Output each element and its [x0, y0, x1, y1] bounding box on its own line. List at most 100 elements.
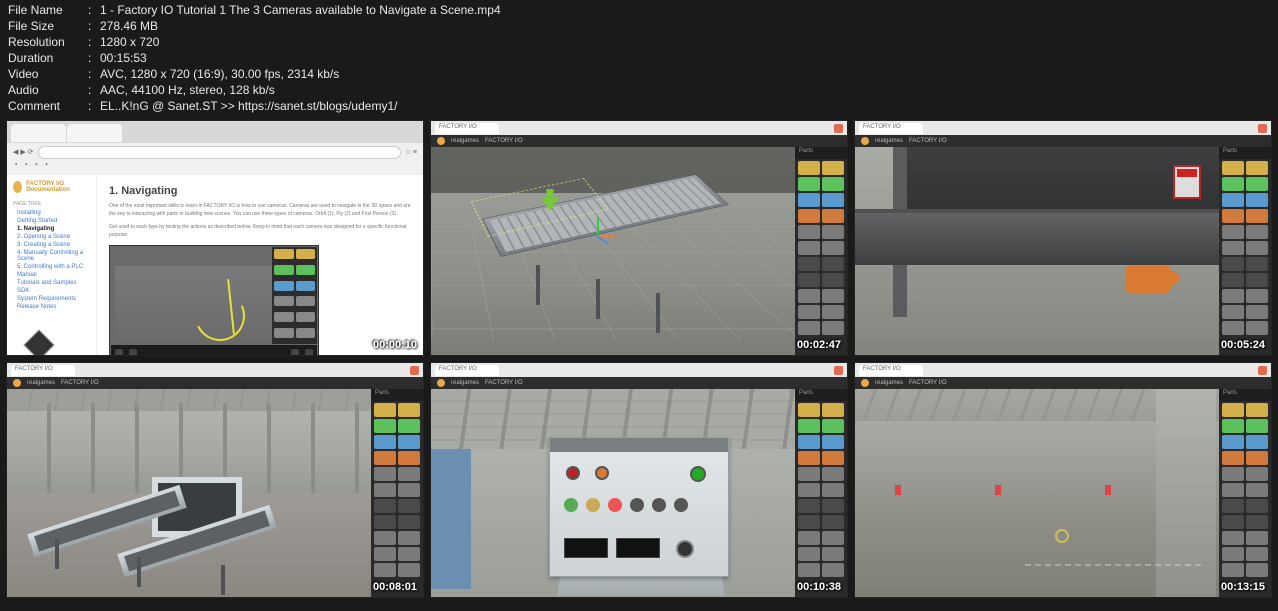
- title-label: FACTORY I/O: [909, 380, 947, 386]
- factoryio-logo-icon: [861, 379, 869, 387]
- metadata-row-audio: Audio : AAC, 44100 Hz, stereo, 128 kb/s: [8, 82, 1270, 98]
- part-chip-icon: [798, 403, 820, 417]
- part-chip-icon: [1222, 499, 1244, 513]
- nav-item-getting-started: Getting Started: [13, 217, 90, 225]
- lamp-off-icon: [630, 498, 644, 512]
- factoryio-window: FACTORY I/O realgames FACTORY I/O Parts: [855, 121, 1271, 355]
- part-chip-icon: [374, 499, 396, 513]
- docs-body: FACTORY I/O Documentation PAGE TREE Inst…: [7, 175, 423, 355]
- part-chip-icon: [1246, 289, 1268, 303]
- part-chip-icon: [398, 451, 420, 465]
- parts-panel: Parts: [795, 147, 847, 355]
- part-chip-icon: [374, 403, 396, 417]
- brand-label: realgames: [27, 380, 55, 386]
- wall-light-icon: [1105, 485, 1111, 495]
- metadata-label: Video: [8, 66, 88, 82]
- browser-urlbar: [38, 146, 401, 159]
- window-tab: FACTORY I/O: [859, 123, 923, 134]
- part-chip-icon: [1222, 451, 1244, 465]
- part-chip-icon: [822, 161, 844, 175]
- metadata-value-resolution: 1280 x 720: [100, 34, 159, 50]
- part-chip-icon: [374, 419, 396, 433]
- part-chip-icon: [274, 281, 294, 291]
- metadata-row-filesize: File Size : 278.46 MB: [8, 18, 1270, 34]
- docs-content: 1. Navigating One of the most important …: [97, 175, 423, 355]
- part-chip-icon: [1222, 515, 1244, 529]
- scene-viewport: Parts: [7, 389, 423, 597]
- metadata-label: Resolution: [8, 34, 88, 50]
- part-chip-icon: [822, 563, 844, 577]
- part-chip-icon: [274, 328, 294, 338]
- part-chip-icon: [798, 515, 820, 529]
- close-icon: [410, 366, 419, 375]
- window-titlebar: FACTORY I/O: [855, 363, 1271, 377]
- nav-item-installing: Installing: [13, 209, 90, 217]
- control-panel: [549, 437, 729, 577]
- docs-paragraph: Get used to each type by testing the act…: [109, 224, 411, 239]
- part-chip-icon: [1222, 531, 1244, 545]
- part-chip-icon: [798, 531, 820, 545]
- part-chip-icon: [798, 209, 820, 223]
- metadata-label: Duration: [8, 50, 88, 66]
- docs-brand-text: FACTORY I/O Documentation: [26, 181, 90, 193]
- thumbnail-timestamp: 00:00:10: [373, 339, 417, 351]
- fullscreen-icon: [305, 349, 313, 356]
- metadata-value-audio: AAC, 44100 Hz, stereo, 128 kb/s: [100, 82, 275, 98]
- part-chip-icon: [1246, 419, 1268, 433]
- factoryio-menubar: realgames FACTORY I/O: [431, 377, 847, 389]
- title-label: FACTORY I/O: [485, 138, 523, 144]
- part-chip-icon: [1246, 225, 1268, 239]
- part-chip-icon: [374, 451, 396, 465]
- camera-reticle-icon: [1055, 529, 1069, 543]
- part-chip-icon: [1246, 547, 1268, 561]
- part-chip-icon: [374, 435, 396, 449]
- part-chip-icon: [1222, 547, 1244, 561]
- browser-bookmarks: ▪ ▪ ▪ ▪: [7, 161, 423, 175]
- part-chip-icon: [1222, 435, 1244, 449]
- part-chip-icon: [822, 273, 844, 287]
- part-chip-icon: [1246, 193, 1268, 207]
- parts-panel: Parts: [1219, 389, 1271, 597]
- factoryio-window: FACTORY I/O realgames FACTORY I/O: [431, 363, 847, 597]
- factoryio-window: FACTORY I/O realgames FACTORY I/O Parts: [855, 363, 1271, 597]
- selector-knob-icon: [676, 540, 694, 558]
- part-chip-icon: [1246, 161, 1268, 175]
- wall-light-icon: [995, 485, 1001, 495]
- part-chip-icon: [822, 289, 844, 303]
- thumbnail-timestamp: 00:13:15: [1221, 581, 1265, 593]
- part-chip-icon: [1246, 515, 1268, 529]
- part-chip-icon: [798, 305, 820, 319]
- thumbnail-4: FACTORY I/O realgames FACTORY I/O: [6, 362, 424, 598]
- parts-panel: Parts: [371, 389, 423, 597]
- scene-viewport: Parts: [855, 147, 1271, 355]
- part-chip-icon: [822, 241, 844, 255]
- part-chip-icon: [798, 467, 820, 481]
- part-chip-icon: [1246, 273, 1268, 287]
- belt-conveyor: [855, 209, 1231, 265]
- brand-label: realgames: [875, 138, 903, 144]
- factoryio-menubar: realgames FACTORY I/O: [431, 135, 847, 147]
- parts-panel: Parts: [1219, 147, 1271, 355]
- part-chip-icon: [1222, 273, 1244, 287]
- part-chip-icon: [374, 467, 396, 481]
- part-chip-icon: [798, 177, 820, 191]
- nav-item-sdk: SDK: [13, 287, 90, 295]
- part-chip-icon: [1246, 563, 1268, 577]
- part-chip-icon: [1246, 241, 1268, 255]
- scene-viewport: Parts: [431, 147, 847, 355]
- part-chip-icon: [1222, 563, 1244, 577]
- part-chip-icon: [1222, 321, 1244, 335]
- browser-tab: [11, 124, 66, 142]
- part-chip-icon: [822, 193, 844, 207]
- start-button-icon: [690, 466, 706, 482]
- docs-heading: 1. Navigating: [109, 185, 411, 197]
- conveyor-leg: [137, 557, 141, 587]
- window-tab: FACTORY I/O: [435, 123, 499, 134]
- part-chip-icon: [274, 249, 294, 259]
- docs-paragraph: One of the most important skills to lear…: [109, 203, 411, 218]
- part-chip-icon: [274, 312, 294, 322]
- part-chip-icon: [1222, 305, 1244, 319]
- part-chip-icon: [1222, 289, 1244, 303]
- part-chip-icon: [1246, 483, 1268, 497]
- parts-panel-header: Parts: [1219, 147, 1271, 159]
